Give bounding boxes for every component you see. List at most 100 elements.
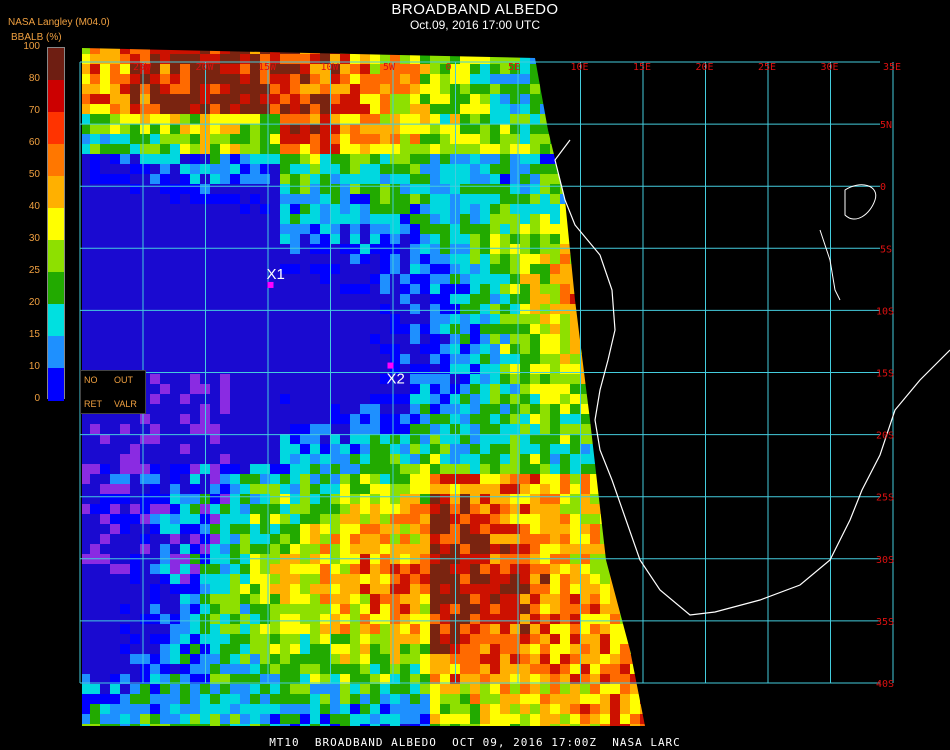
albedo-cell (270, 614, 280, 624)
albedo-cell (500, 594, 510, 604)
albedo-cell (640, 344, 645, 354)
albedo-cell (470, 344, 480, 354)
albedo-cell (190, 444, 200, 454)
albedo-cell (130, 194, 140, 204)
albedo-cell (460, 84, 470, 94)
albedo-cell (460, 64, 470, 74)
albedo-cell (82, 224, 90, 234)
albedo-cell (530, 134, 540, 144)
albedo-cell (580, 274, 590, 284)
albedo-cell (290, 464, 300, 474)
albedo-cell (460, 164, 470, 174)
albedo-cell (430, 374, 440, 384)
albedo-cell (140, 104, 150, 114)
albedo-cell (610, 604, 620, 614)
albedo-cell (240, 64, 250, 74)
albedo-cell (390, 114, 400, 124)
albedo-cell (90, 414, 100, 424)
albedo-cell (630, 104, 640, 114)
albedo-cell (270, 684, 280, 694)
albedo-cell (190, 84, 200, 94)
lon-label: 15W (258, 62, 277, 73)
albedo-cell (90, 84, 100, 94)
albedo-cell (330, 704, 340, 714)
albedo-cell (420, 574, 430, 584)
albedo-cell (240, 244, 250, 254)
albedo-cell (480, 294, 490, 304)
albedo-cell (390, 624, 400, 634)
albedo-cell (570, 454, 580, 464)
albedo-cell (410, 184, 420, 194)
albedo-cell (550, 654, 560, 664)
albedo-cell (280, 514, 290, 524)
albedo-cell (300, 144, 310, 154)
albedo-cell (560, 454, 570, 464)
albedo-cell (290, 424, 300, 434)
albedo-cell (630, 374, 640, 384)
albedo-cell (440, 314, 450, 324)
albedo-cell (530, 154, 540, 164)
albedo-cell (150, 604, 160, 614)
albedo-cell (420, 48, 430, 54)
albedo-cell (460, 534, 470, 544)
albedo-cell (620, 274, 630, 284)
albedo-cell (620, 204, 630, 214)
albedo-cell (400, 84, 410, 94)
albedo-cell (390, 294, 400, 304)
albedo-cell (210, 544, 220, 554)
albedo-cell (410, 714, 420, 724)
albedo-cell (350, 494, 360, 504)
albedo-cell (310, 174, 320, 184)
albedo-cell (250, 714, 260, 724)
albedo-cell (470, 464, 480, 474)
albedo-cell (380, 514, 390, 524)
albedo-cell (330, 104, 340, 114)
albedo-cell (540, 564, 550, 574)
albedo-cell (430, 504, 440, 514)
albedo-cell (480, 414, 490, 424)
albedo-cell (460, 664, 470, 674)
albedo-cell (540, 74, 550, 84)
albedo-cell (630, 294, 640, 304)
albedo-cell (150, 654, 160, 664)
albedo-cell (190, 584, 200, 594)
albedo-cell (370, 48, 380, 54)
albedo-cell (330, 484, 340, 494)
albedo-cell (530, 384, 540, 394)
albedo-cell (300, 614, 310, 624)
albedo-cell (82, 454, 90, 464)
albedo-cell (590, 134, 600, 144)
albedo-cell (120, 454, 130, 464)
albedo-cell (360, 414, 370, 424)
albedo-cell (340, 84, 350, 94)
albedo-cell (310, 584, 320, 594)
albedo-cell (190, 164, 200, 174)
albedo-cell (630, 244, 640, 254)
albedo-cell (120, 484, 130, 494)
albedo-cell (200, 684, 210, 694)
albedo-cell (100, 504, 110, 514)
albedo-cell (130, 534, 140, 544)
albedo-cell (520, 124, 530, 134)
albedo-cell (310, 644, 320, 654)
albedo-cell (540, 284, 550, 294)
albedo-cell (140, 48, 150, 54)
albedo-cell (440, 174, 450, 184)
albedo-cell (220, 524, 230, 534)
albedo-cell (530, 234, 540, 244)
albedo-cell (550, 374, 560, 384)
albedo-cell (300, 174, 310, 184)
albedo-cell (100, 414, 110, 424)
albedo-cell (180, 424, 190, 434)
albedo-cell (640, 104, 645, 114)
albedo-cell (120, 204, 130, 214)
albedo-cell (290, 204, 300, 214)
albedo-cell (110, 604, 120, 614)
albedo-cell (500, 414, 510, 424)
albedo-cell (150, 374, 160, 384)
albedo-cell (130, 274, 140, 284)
albedo-cell (240, 144, 250, 154)
albedo-cell (170, 64, 180, 74)
albedo-cell (380, 274, 390, 284)
albedo-cell (520, 654, 530, 664)
